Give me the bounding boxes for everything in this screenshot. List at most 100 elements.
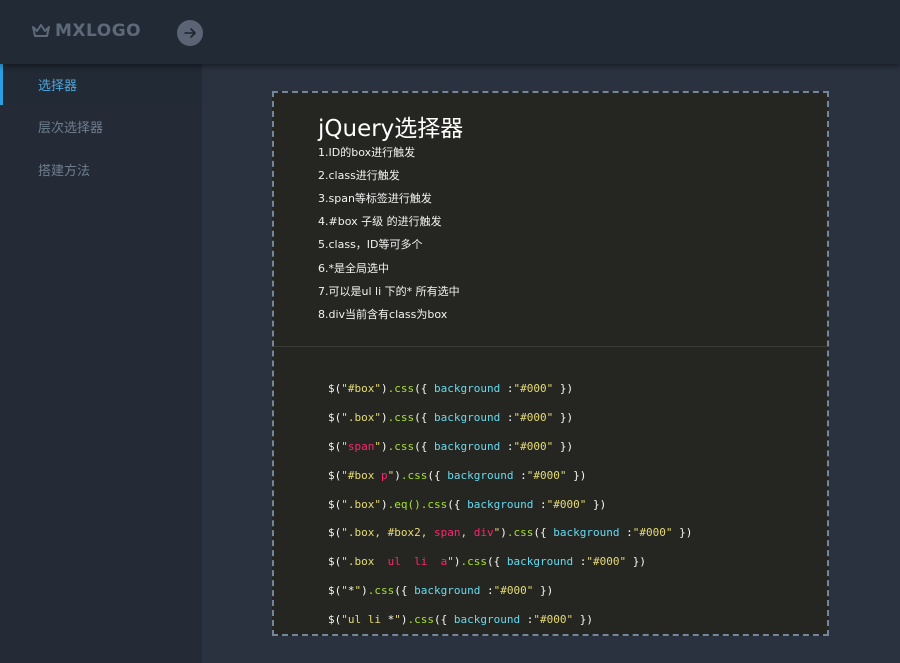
code-line: $(".box, #box2, span, div").css({ backgr… [328,526,692,539]
code-line: $("#box p").css({ background :"#000" }) [328,469,586,482]
sidebar-item-label: 搭建方法 [38,163,91,179]
code-function: .css [460,555,487,568]
code-string: .box, #box2, [347,526,434,539]
code-string: " [341,469,348,482]
code-line: $("ul li *").css({ background :"#000" }) [328,613,593,626]
code-string: " [341,411,348,424]
code-line: $(".box").eq().css({ background :"#000" … [328,498,606,511]
code-string: ul li [347,613,388,626]
sidebar-item-label: 选择器 [38,78,78,94]
code-token: ({ [414,411,434,424]
point-item: 7.可以是ul li 下的* 所有选中 [318,285,460,298]
code-line: $(".box").css({ background :"#000" }) [328,411,573,424]
code-token: ) [500,526,507,539]
code-property: background [506,555,574,568]
code-value: "#000" [493,584,534,597]
code-string: #box [347,469,381,482]
code-token: $( [328,382,342,395]
sidebar-item-setup-method[interactable]: 搭建方法 [0,148,202,190]
arrow-right-icon [184,28,196,38]
crown-icon [32,24,50,37]
code-string: " [341,555,348,568]
code-token: : [520,613,534,626]
code-token: }) [626,555,646,568]
code-string: " [341,382,348,395]
code-string: .box [347,555,388,568]
code-token: ) [381,382,388,395]
code-tag: p [381,469,388,482]
code-token: ({ [434,613,454,626]
page-title: jQuery选择器 [318,116,464,142]
code-function: .css [407,613,435,626]
code-value: "#000" [533,613,574,626]
code-token: : [533,498,547,511]
code-property: background [447,469,514,482]
point-item: 2.class进行触发 [318,169,400,182]
code-function: .css [387,440,415,453]
code-function: .css [387,382,415,395]
code-tag: span [433,526,461,539]
code-token: $( [328,613,342,626]
code-string: " [341,526,348,539]
point-item: 6.*是全局选中 [318,262,389,275]
code-token: }) [553,382,574,395]
code-token: ) [361,584,368,597]
code-tag: ul li a [387,555,448,568]
code-string: " [374,382,381,395]
code-token: }) [566,469,587,482]
sidebar-item-selectors[interactable]: 选择器 [0,63,202,105]
code-function: .css [506,526,534,539]
logo[interactable]: MXLOGO [32,21,141,41]
code-tag: div [473,526,494,539]
point-item: 1.ID的box进行触发 [318,146,416,159]
code-string: " [374,498,381,511]
code-function: .css [400,469,428,482]
code-token: }) [533,584,554,597]
code-token: $( [328,440,342,453]
point-item: 3.span等标签进行触发 [318,192,432,205]
code-value: "#000" [526,469,567,482]
code-token: : [619,526,633,539]
code-string: .box [347,498,375,511]
code-token: : [513,469,527,482]
code-property: background [414,584,481,597]
code-line: $("span").css({ background :"#000" }) [328,440,573,453]
code-token: ) [381,498,388,511]
code-token: ({ [427,469,448,482]
code-property: background [453,613,521,626]
top-bar: MXLOGO [0,0,900,64]
code-string: " [374,440,381,453]
code-string: " [341,613,348,626]
code-token: : [480,584,494,597]
sidebar-toggle-button[interactable] [177,20,203,46]
code-token: : [573,555,587,568]
code-function: .css [367,584,395,597]
content-panel: jQuery选择器 1.ID的box进行触发 2.class进行触发 3.spa… [272,91,829,636]
code-function: .css [387,411,415,424]
code-token: ) [394,469,401,482]
code-token: $( [328,411,342,424]
code-string: , [460,526,474,539]
code-string: " [341,584,348,597]
code-token: ({ [414,382,434,395]
code-token: ({ [447,498,468,511]
code-line: $("*").css({ background :"#000" }) [328,584,553,597]
code-property: background [467,498,534,511]
code-value: "#000" [632,526,673,539]
code-token: ({ [533,526,554,539]
code-value: "#000" [513,382,554,395]
code-value: "#000" [546,498,587,511]
code-token: : [500,382,514,395]
code-property: background [434,382,501,395]
code-value: "#000" [513,411,554,424]
code-value: "#000" [513,440,554,453]
code-string: #box [347,382,375,395]
code-function: .eq() [387,498,421,511]
code-token: ({ [414,440,434,453]
code-string: * [347,584,355,597]
code-token: }) [553,440,574,453]
code-token: ) [381,411,388,424]
code-property: background [434,440,501,453]
sidebar-item-hierarchy-selectors[interactable]: 层次选择器 [0,105,202,147]
code-line: $("#box").css({ background :"#000" }) [328,382,573,395]
